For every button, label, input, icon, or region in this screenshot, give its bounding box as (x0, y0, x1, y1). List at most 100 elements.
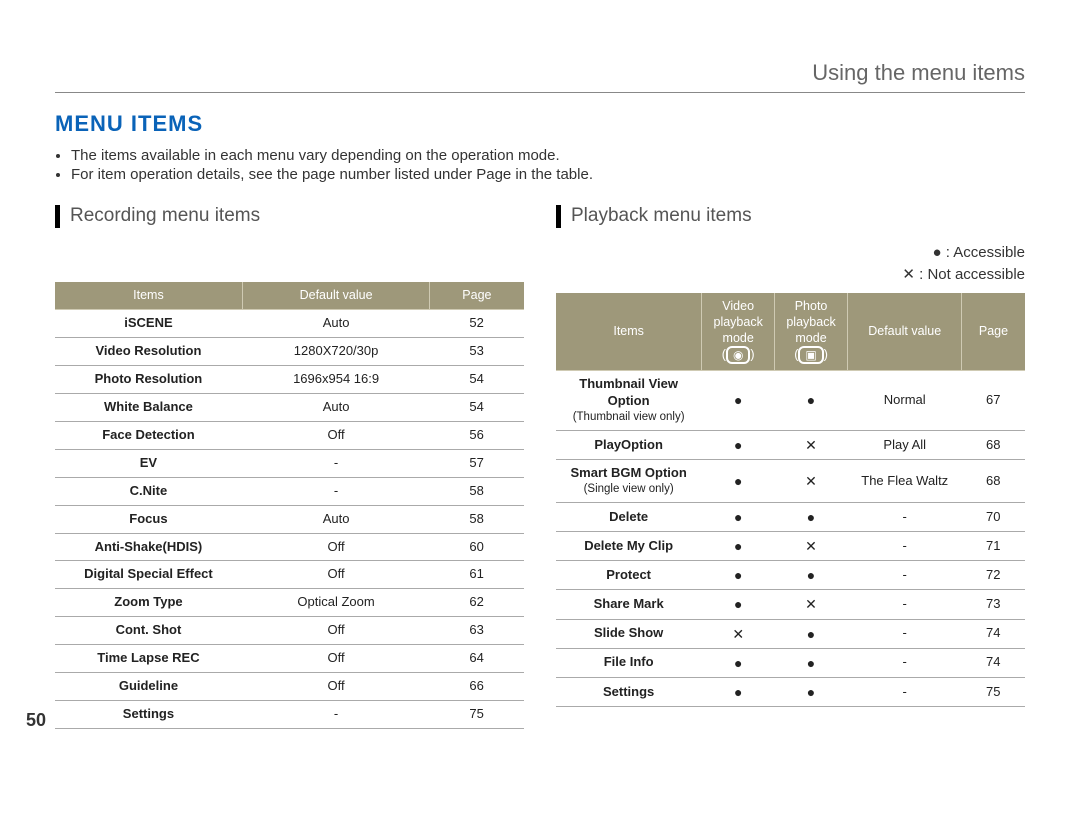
rec-item: C.Nite (55, 477, 242, 505)
pb-item: Delete (556, 502, 702, 531)
pb-page: 72 (962, 561, 1025, 590)
rec-default: Off (242, 561, 429, 589)
rec-item: White Balance (55, 394, 242, 422)
pb-th-page: Page (962, 293, 1025, 370)
table-row: Protect●●-72 (556, 561, 1025, 590)
pb-photo: ● (775, 371, 848, 431)
rec-page: 66 (430, 673, 524, 701)
rec-item: Guideline (55, 673, 242, 701)
rec-default: Optical Zoom (242, 589, 429, 617)
pb-item: Settings (556, 678, 702, 707)
rec-default: Auto (242, 394, 429, 422)
pb-default: - (847, 532, 962, 561)
pb-default: - (847, 502, 962, 531)
table-row: Video Resolution1280X720/30p53 (55, 338, 524, 366)
pb-video: ● (702, 561, 775, 590)
pb-photo: ✕ (775, 430, 848, 459)
rec-item: Cont. Shot (55, 617, 242, 645)
pb-default: - (847, 648, 962, 677)
pb-page: 71 (962, 532, 1025, 561)
recording-subhead: Recording menu items (55, 205, 524, 228)
pb-th-photo-l1: Photo (795, 299, 828, 313)
pb-item: Thumbnail View Option(Thumbnail view onl… (556, 371, 702, 431)
pb-default: The Flea Waltz (847, 460, 962, 503)
pb-th-video: Video playback mode (◉) (702, 293, 775, 370)
rec-page: 64 (430, 645, 524, 673)
pb-photo: ● (775, 648, 848, 677)
rec-page: 57 (430, 449, 524, 477)
pb-video: ● (702, 678, 775, 707)
rec-page: 75 (430, 700, 524, 728)
table-row: C.Nite-58 (55, 477, 524, 505)
rec-page: 58 (430, 477, 524, 505)
rec-page: 63 (430, 617, 524, 645)
pb-page: 70 (962, 502, 1025, 531)
legend-accessible-label: : Accessible (946, 244, 1025, 261)
pb-th-default: Default value (847, 293, 962, 370)
table-row: Anti-Shake(HDIS)Off60 (55, 533, 524, 561)
rec-page: 62 (430, 589, 524, 617)
pb-photo: ● (775, 502, 848, 531)
legend-notacc-label: : Not accessible (919, 266, 1025, 283)
table-row: Share Mark●✕-73 (556, 590, 1025, 619)
table-row: Thumbnail View Option(Thumbnail view onl… (556, 371, 1025, 431)
table-row: White BalanceAuto54 (55, 394, 524, 422)
pb-page: 67 (962, 371, 1025, 431)
table-row: Delete●●-70 (556, 502, 1025, 531)
table-row: iSCENEAuto52 (55, 310, 524, 338)
rec-page: 54 (430, 394, 524, 422)
pb-photo: ● (775, 619, 848, 648)
rec-item: iSCENE (55, 310, 242, 338)
rec-item: Time Lapse REC (55, 645, 242, 673)
pb-default: - (847, 678, 962, 707)
pb-page: 74 (962, 619, 1025, 648)
pb-video: ● (702, 590, 775, 619)
pb-th-photo: Photo playback mode (▣) (775, 293, 848, 370)
table-row: Digital Special EffectOff61 (55, 561, 524, 589)
pb-item-sub: (Single view only) (562, 482, 695, 497)
pb-page: 68 (962, 430, 1025, 459)
pb-default: Normal (847, 371, 962, 431)
legend-accessible-symbol: ● (933, 244, 942, 261)
pb-video: ● (702, 502, 775, 531)
pb-default: - (847, 619, 962, 648)
table-row: Settings●●-75 (556, 678, 1025, 707)
rec-default: Off (242, 645, 429, 673)
rec-item: Anti-Shake(HDIS) (55, 533, 242, 561)
table-row: FocusAuto58 (55, 505, 524, 533)
pb-video: ● (702, 532, 775, 561)
pb-item-sub: (Thumbnail view only) (562, 410, 695, 425)
pb-item: PlayOption (556, 430, 702, 459)
pb-item: Share Mark (556, 590, 702, 619)
rec-th-default: Default value (242, 282, 429, 310)
rec-default: Off (242, 673, 429, 701)
pb-item: File Info (556, 648, 702, 677)
rec-default: - (242, 449, 429, 477)
legend: ● : Accessible ✕ : Not accessible (556, 242, 1025, 286)
bullet-item: The items available in each menu vary de… (71, 147, 1025, 164)
table-row: File Info●●-74 (556, 648, 1025, 677)
pb-photo: ✕ (775, 590, 848, 619)
rec-default: 1280X720/30p (242, 338, 429, 366)
pb-default: Play All (847, 430, 962, 459)
table-row: GuidelineOff66 (55, 673, 524, 701)
rec-default: Off (242, 617, 429, 645)
table-row: Time Lapse RECOff64 (55, 645, 524, 673)
table-row: Delete My Clip●✕-71 (556, 532, 1025, 561)
page-number: 50 (26, 710, 46, 731)
pb-th-photo-l2: playback (786, 315, 835, 329)
pb-page: 75 (962, 678, 1025, 707)
pb-th-photo-l3: mode (795, 331, 826, 345)
table-row: Photo Resolution1696x954 16:954 (55, 366, 524, 394)
pb-item: Delete My Clip (556, 532, 702, 561)
pb-item: Slide Show (556, 619, 702, 648)
pb-item: Protect (556, 561, 702, 590)
rec-item: Zoom Type (55, 589, 242, 617)
rec-page: 53 (430, 338, 524, 366)
pb-default: - (847, 590, 962, 619)
pb-photo: ✕ (775, 460, 848, 503)
rec-default: - (242, 700, 429, 728)
pb-th-items: Items (556, 293, 702, 370)
rec-default: - (242, 477, 429, 505)
rec-default: Off (242, 421, 429, 449)
